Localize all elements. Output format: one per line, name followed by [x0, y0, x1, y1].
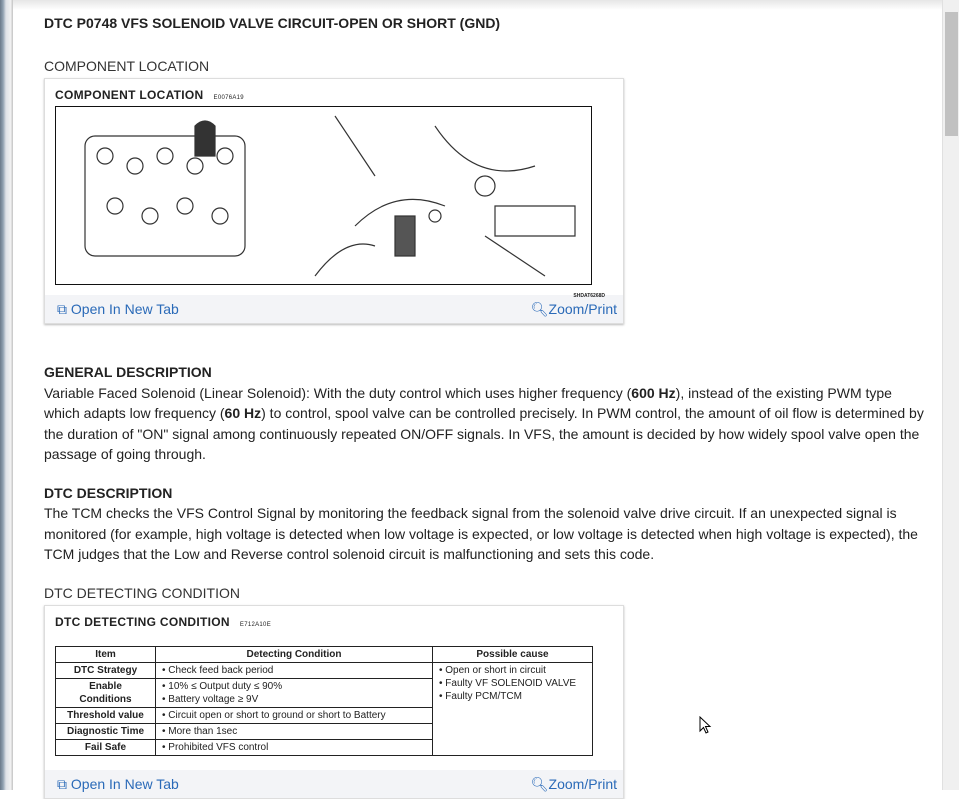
- window-edge: [0, 0, 13, 790]
- dtc-detecting-figure: DTC DETECTING CONDITION E712A10E Item Dete…: [44, 605, 624, 799]
- dtc-description-heading: DTC DESCRIPTION: [44, 484, 173, 501]
- component-location-illustration: [55, 106, 592, 285]
- zoom-icon: 🔍︎: [530, 300, 549, 317]
- zoom-icon: 🔍︎: [530, 775, 549, 792]
- page-title: DTC P0748 VFS SOLENOID VALVE CIRCUIT-OPE…: [44, 15, 501, 31]
- zoom-print-link[interactable]: 🔍︎Zoom/Print: [531, 774, 617, 795]
- top-shadow: [13, 0, 942, 10]
- dtc-detecting-heading: DTC DETECTING CONDITION: [44, 584, 240, 601]
- detecting-condition-table: Item Detecting Condition Possible cause DT…: [55, 645, 593, 756]
- open-tab-icon: ⧉: [57, 775, 67, 792]
- component-location-figure: COMPONENT LOCATION E0076A19 SHDAT6268D ⧉ …: [44, 78, 624, 324]
- scrollbar[interactable]: [942, 0, 959, 790]
- figure-ref: SHDAT6268D: [573, 293, 605, 299]
- figure-code: E0076A19: [213, 95, 244, 101]
- open-tab-icon: ⧉: [57, 300, 67, 317]
- figure-code: E712A10E: [239, 622, 271, 628]
- document-content: DTC P0748 VFS SOLENOID VALVE CIRCUIT-OPE…: [44, 13, 924, 799]
- general-description-heading: GENERAL DESCRIPTION: [44, 364, 212, 380]
- figure-title: DTC DETECTING CONDITION: [55, 615, 230, 629]
- general-description-text: Variable Faced Solenoid (Linear Solenoid…: [44, 384, 924, 463]
- table-row: DTC Strategy • Check feed back period • O…: [55, 661, 593, 756]
- mouse-cursor-icon: [699, 716, 712, 734]
- scrollbar-thumb[interactable]: [945, 12, 958, 136]
- open-in-new-tab-link[interactable]: ⧉ Open In New Tab: [57, 774, 179, 795]
- component-location-heading: COMPONENT LOCATION: [44, 57, 210, 74]
- figure-title: COMPONENT LOCATION: [55, 88, 204, 102]
- open-in-new-tab-link[interactable]: ⧉ Open In New Tab: [57, 299, 179, 320]
- dtc-description-text: The TCM checks the VFS Control Signal by…: [44, 505, 918, 562]
